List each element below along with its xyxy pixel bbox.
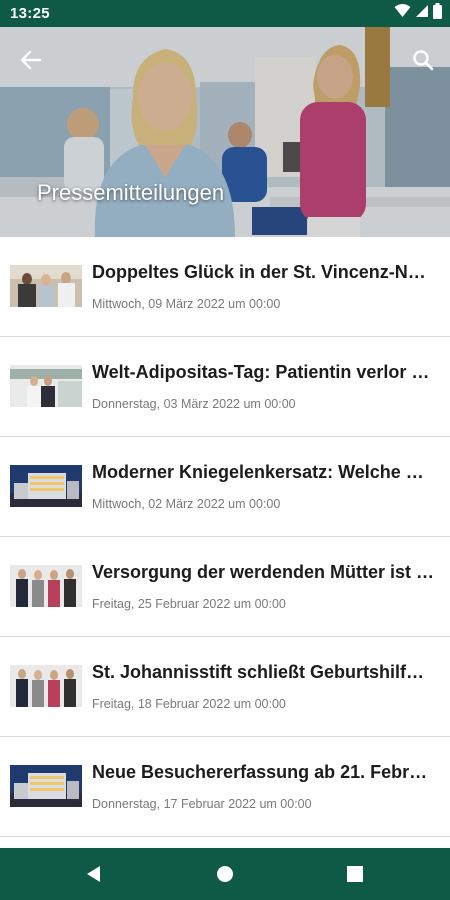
- article-date: Donnerstag, 17 Februar 2022 um 00:00: [92, 797, 312, 811]
- article-list[interactable]: Doppeltes Glück in der St. Vincenz-N… Mit…: [0, 237, 450, 848]
- article-title: Neue Besuchererfassung ab 21. Febr…: [92, 762, 428, 782]
- nav-recents-icon: [347, 866, 363, 882]
- nav-home-icon: [217, 866, 233, 882]
- status-time: 13:25: [10, 5, 50, 22]
- signal-icon: [415, 4, 429, 23]
- article-title: Doppeltes Glück in der St. Vincenz-N…: [92, 262, 426, 282]
- article-title: Welt-Adipositas-Tag: Patientin verlor …: [92, 362, 430, 382]
- article-thumbnail: [10, 765, 82, 807]
- article-date: Donnerstag, 03 März 2022 um 00:00: [92, 397, 296, 411]
- article-thumbnail: [10, 265, 82, 307]
- article-list-item[interactable]: St. Johannisstift schließt Geburtshilf… F…: [0, 637, 450, 737]
- article-list-item[interactable]: Versorgung der werdenden Mütter ist … Fre…: [0, 537, 450, 637]
- nav-back-button[interactable]: [80, 860, 108, 888]
- article-date: Freitag, 18 Februar 2022 um 00:00: [92, 697, 286, 711]
- article-title: St. Johannisstift schließt Geburtshilf…: [92, 662, 425, 682]
- article-title: Versorgung der werdenden Mütter ist …: [92, 562, 435, 582]
- status-bar: 13:25: [0, 0, 450, 27]
- article-date: Mittwoch, 09 März 2022 um 00:00: [92, 297, 281, 311]
- article-thumbnail: [10, 665, 82, 707]
- article-date: Freitag, 25 Februar 2022 um 00:00: [92, 597, 286, 611]
- back-button[interactable]: [14, 43, 48, 77]
- article-date: Mittwoch, 02 März 2022 um 00:00: [92, 497, 281, 511]
- status-icons: [394, 3, 442, 24]
- article-list-item[interactable]: Doppeltes Glück in der St. Vincenz-N… Mit…: [0, 237, 450, 337]
- page-title: Pressemitteilungen: [37, 180, 225, 205]
- article-thumbnail: [10, 365, 82, 407]
- arrow-back-icon: [20, 50, 42, 70]
- search-icon: [413, 50, 434, 71]
- article-list-item[interactable]: Moderner Kniegelenkersatz: Welche … Mittw…: [0, 437, 450, 537]
- system-nav-bar: [0, 848, 450, 900]
- article-thumbnail: [10, 565, 82, 607]
- header-hero: Pressemitteilungen: [0, 27, 450, 237]
- article-list-item[interactable]: Welt-Adipositas-Tag: Patientin verlor … D…: [0, 337, 450, 437]
- article-title: Moderner Kniegelenkersatz: Welche …: [92, 462, 424, 482]
- battery-icon: [433, 3, 442, 24]
- article-thumbnail: [10, 465, 82, 507]
- nav-home-button[interactable]: [211, 860, 239, 888]
- nav-recents-button[interactable]: [341, 860, 369, 888]
- wifi-icon: [394, 4, 411, 23]
- nav-back-icon: [87, 866, 100, 882]
- article-list-item[interactable]: Neue Besuchererfassung ab 21. Febr… Donne…: [0, 737, 450, 837]
- search-button[interactable]: [406, 43, 440, 77]
